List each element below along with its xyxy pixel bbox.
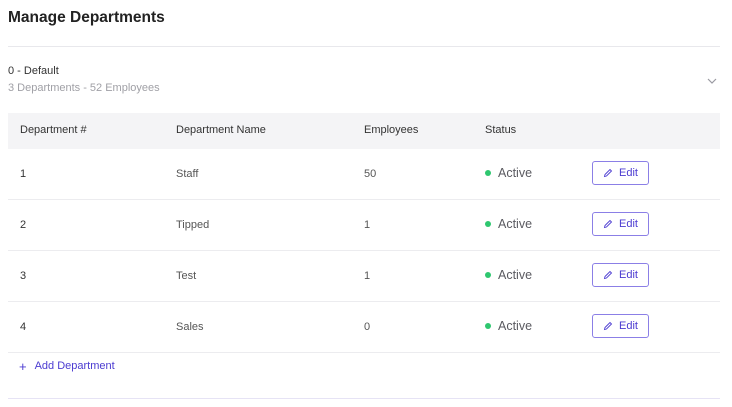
plus-icon: + (19, 358, 27, 374)
add-department-button[interactable]: + Add Department (19, 358, 115, 374)
edit-label: Edit (619, 218, 638, 230)
department-number: 4 (20, 321, 27, 333)
status-dot-icon (485, 221, 491, 227)
column-header-number: Department # (20, 124, 87, 136)
edit-label: Edit (619, 320, 638, 332)
departments-table: Department # Department Name Employees S… (8, 113, 720, 353)
department-number: 2 (20, 219, 27, 231)
status-badge: Active (485, 268, 532, 282)
edit-label: Edit (619, 167, 638, 179)
edit-button[interactable]: Edit (592, 212, 649, 236)
pencil-icon (603, 321, 613, 331)
table-row: 4 Sales 0 Active Edit (8, 302, 720, 353)
department-name: Sales (176, 321, 204, 333)
edit-button[interactable]: Edit (592, 161, 649, 185)
column-header-name: Department Name (176, 124, 266, 136)
status-label: Active (498, 217, 533, 231)
department-number: 1 (20, 168, 27, 180)
chevron-down-icon[interactable] (705, 74, 719, 88)
status-badge: Active (485, 217, 532, 231)
pencil-icon (603, 270, 613, 280)
column-header-employees: Employees (364, 124, 419, 136)
page-title: Manage Departments (8, 9, 165, 26)
edit-button[interactable]: Edit (592, 263, 649, 287)
table-header: Department # Department Name Employees S… (8, 113, 720, 149)
column-header-status: Status (485, 124, 517, 136)
table-row: 3 Test 1 Active Edit (8, 251, 720, 302)
department-name: Tipped (176, 219, 210, 231)
department-name: Staff (176, 168, 199, 180)
status-badge: Active (485, 166, 532, 180)
pencil-icon (603, 168, 613, 178)
employee-count: 1 (364, 219, 371, 231)
edit-button[interactable]: Edit (592, 314, 649, 338)
employee-count: 0 (364, 321, 371, 333)
table-row: 1 Staff 50 Active Edit (8, 149, 720, 200)
status-dot-icon (485, 272, 491, 278)
add-department-label: Add Department (34, 360, 115, 372)
group-summary: 3 Departments - 52 Employees (8, 82, 160, 94)
edit-label: Edit (619, 269, 638, 281)
employee-count: 50 (364, 168, 377, 180)
group-name: 0 - Default (8, 65, 59, 77)
department-name: Test (176, 270, 197, 282)
divider (8, 398, 720, 399)
status-badge: Active (485, 319, 532, 333)
status-dot-icon (485, 170, 491, 176)
status-label: Active (498, 319, 533, 333)
table-row: 2 Tipped 1 Active Edit (8, 200, 720, 251)
employee-count: 1 (364, 270, 371, 282)
divider (8, 46, 720, 47)
status-label: Active (498, 166, 533, 180)
status-dot-icon (485, 323, 491, 329)
department-number: 3 (20, 270, 27, 282)
status-label: Active (498, 268, 533, 282)
pencil-icon (603, 219, 613, 229)
